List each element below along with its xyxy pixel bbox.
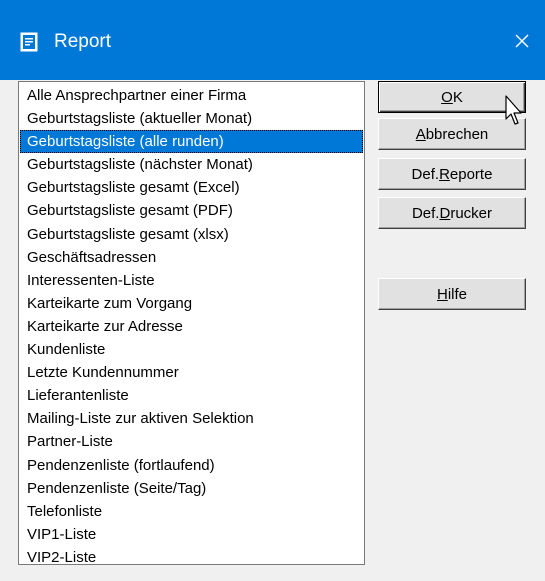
list-item[interactable]: Pendenzenliste (fortlaufend) xyxy=(20,454,363,477)
list-item[interactable]: Geburtstagsliste gesamt (Excel) xyxy=(20,176,363,199)
def-reports-label: Def.Reporte xyxy=(411,165,493,183)
list-item[interactable]: Geburtstagsliste (aktueller Monat) xyxy=(20,107,363,130)
close-icon xyxy=(514,33,530,54)
window-title: Report xyxy=(54,31,112,52)
report-list: Alle Ansprechpartner einer Firma Geburtst… xyxy=(20,84,363,564)
ok-button[interactable]: OK xyxy=(378,81,526,113)
list-item[interactable]: Pendenzenliste (Seite/Tag) xyxy=(20,477,363,500)
list-item[interactable]: Interessenten-Liste xyxy=(20,269,363,292)
def-printer-button[interactable]: Def.Drucker xyxy=(378,197,526,229)
cancel-label: Abbrechen xyxy=(415,125,489,143)
list-item[interactable]: Geschäftsadressen xyxy=(20,246,363,269)
list-item[interactable]: Telefonliste xyxy=(20,500,363,523)
def-reports-button[interactable]: Def.Reporte xyxy=(378,158,526,190)
list-item[interactable]: VIP1-Liste xyxy=(20,523,363,546)
list-item[interactable]: Kundenliste xyxy=(20,338,363,361)
list-item[interactable]: Alle Ansprechpartner einer Firma xyxy=(20,84,363,107)
title-bar[interactable]: Report xyxy=(0,0,545,80)
help-label: Hilfe xyxy=(436,285,468,303)
report-listbox[interactable]: Alle Ansprechpartner einer Firma Geburtst… xyxy=(18,81,365,565)
list-item[interactable]: Karteikarte zur Adresse xyxy=(20,315,363,338)
list-item[interactable]: Lieferantenliste xyxy=(20,384,363,407)
list-item[interactable]: Geburtstagsliste gesamt (PDF) xyxy=(20,199,363,222)
help-button[interactable]: Hilfe xyxy=(378,278,526,310)
list-item[interactable]: Karteikarte zum Vorgang xyxy=(20,292,363,315)
list-item[interactable]: Geburtstagsliste (nächster Monat) xyxy=(20,153,363,176)
list-item[interactable]: Partner-Liste xyxy=(20,430,363,453)
list-item[interactable]: Geburtstagsliste gesamt (xlsx) xyxy=(20,223,363,246)
report-dialog: Report Alle Ansprechpartner einer Firma G… xyxy=(0,0,545,581)
list-item[interactable]: Mailing-Liste zur aktiven Selektion xyxy=(20,407,363,430)
cancel-button[interactable]: Abbrechen xyxy=(378,118,526,150)
ok-label: OK xyxy=(441,88,463,106)
list-item[interactable]: Letzte Kundennummer xyxy=(20,361,363,384)
close-button[interactable] xyxy=(499,18,545,68)
def-printer-label: Def.Drucker xyxy=(411,204,493,222)
list-item[interactable]: VIP2-Liste xyxy=(20,546,363,564)
list-item[interactable]: Geburtstagsliste (alle runden) xyxy=(20,130,363,154)
report-document-icon xyxy=(20,32,38,52)
